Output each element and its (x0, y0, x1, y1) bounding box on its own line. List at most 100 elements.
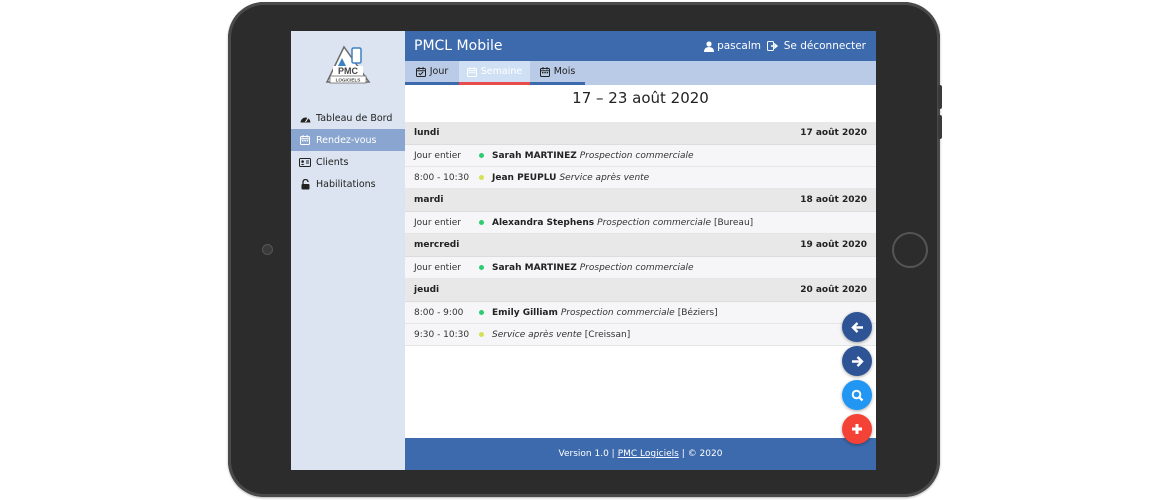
appointment-client: Emily Gilliam (492, 307, 558, 318)
day-header: jeudi 20 août 2020 (405, 279, 876, 302)
calendar-icon (539, 66, 550, 77)
logo-text-pmc: PMC (338, 66, 359, 76)
user-name: pascalm (717, 40, 761, 52)
appointment-type: Prospection commerciale (560, 307, 675, 318)
pmc-logo: PMC LOGICIELS (324, 44, 372, 86)
home-button (892, 232, 928, 268)
volume-up-button (938, 85, 942, 109)
appointment-location: [Béziers] (677, 307, 718, 318)
appointment-time: 8:00 - 9:00 (414, 307, 464, 318)
footer-version: Version 1.0 | (558, 449, 615, 459)
appointment-type: Prospection commerciale (597, 217, 711, 228)
app-title: PMCL Mobile (414, 38, 503, 54)
footer: Version 1.0 | PMC Logiciels | © 2020 (405, 438, 876, 470)
logo-text-logiciels: LOGICIELS (336, 78, 361, 83)
appointment-type: Prospection commerciale (579, 262, 694, 273)
status-dot-icon (479, 265, 484, 270)
day-name: mercredi (414, 240, 460, 250)
appointment-type: Service après vente (559, 172, 650, 183)
appointment-row[interactable]: Jour entier Sarah MARTINEZ Prospection com… (405, 145, 876, 167)
footer-link[interactable]: PMC Logiciels (618, 449, 679, 459)
tab-indicator (459, 82, 530, 85)
day-name: mardi (414, 195, 444, 205)
appointment-time: Jour entier (414, 217, 461, 228)
sidebar-item-tableau-de-bord[interactable]: Tableau de Bord (291, 107, 405, 129)
top-bar: PMCL Mobile pascalm Se déconnecter (405, 31, 876, 61)
sidebar: PMC LOGICIELS Tableau de Bord Rendez-vous… (291, 31, 405, 470)
appointment-row[interactable]: 9:30 - 10:30 Service après vente [Creissan… (405, 324, 876, 346)
appointment-client: Alexandra Stephens (492, 217, 595, 228)
day-date: 19 août 2020 (800, 240, 867, 250)
appointment-time: 9:30 - 10:30 (414, 329, 470, 340)
status-dot-icon (479, 310, 484, 315)
status-dot-icon (479, 175, 484, 180)
tab-indicator (530, 82, 585, 85)
day-header: lundi 17 août 2020 (405, 122, 876, 145)
appointment-row[interactable]: Jour entier Sarah MARTINEZ Prospection com… (405, 257, 876, 279)
day-name: jeudi (414, 285, 440, 295)
logout-label: Se déconnecter (783, 40, 866, 52)
previous-week-button[interactable] (842, 312, 872, 342)
tab-label: Semaine (480, 66, 523, 77)
app-screen: PMC LOGICIELS Tableau de Bord Rendez-vous… (291, 31, 876, 470)
appointment-row[interactable]: 8:00 - 9:00 Emily Gilliam Prospection comm… (405, 302, 876, 324)
appointment-location: [Bureau] (714, 217, 754, 228)
sidebar-item-label: Rendez-vous (316, 134, 377, 146)
tab-indicator (405, 82, 459, 85)
add-appointment-button[interactable] (842, 414, 872, 444)
appointment-location: [Creissan] (584, 329, 631, 340)
id-card-icon (299, 157, 311, 167)
appointment-type: Service après vente (492, 329, 582, 340)
sidebar-item-label: Habilitations (316, 178, 376, 190)
tab-mois[interactable]: Mois (530, 61, 585, 85)
appointment-time: Jour entier (414, 150, 461, 161)
tab-label: Mois (553, 66, 576, 77)
user-icon (704, 40, 715, 52)
logout-button[interactable]: Se déconnecter (766, 40, 866, 52)
tab-jour[interactable]: Jour (405, 61, 459, 85)
arrow-left-icon (850, 321, 864, 334)
appointment-row[interactable]: Jour entier Alexandra Stephens Prospection… (405, 212, 876, 234)
sidebar-nav: Tableau de Bord Rendez-vous Clients Habilit… (291, 107, 405, 195)
status-dot-icon (479, 220, 484, 225)
day-date: 20 août 2020 (800, 285, 867, 295)
appointment-client: Jean PEUPLU (492, 172, 557, 183)
sidebar-item-label: Clients (316, 156, 349, 168)
search-icon (851, 389, 864, 402)
day-date: 18 août 2020 (800, 195, 867, 205)
appointment-client: Sarah MARTINEZ (492, 150, 577, 161)
main-panel: PMCL Mobile pascalm Se déconnecter Jour S… (405, 31, 876, 470)
appointment-row[interactable]: 8:00 - 10:30 Jean PEUPLU Service après ven… (405, 167, 876, 189)
plus-icon (851, 423, 863, 435)
camera-icon (262, 244, 273, 255)
day-header: mardi 18 août 2020 (405, 189, 876, 212)
appointment-time: 8:00 - 10:30 (414, 172, 470, 183)
search-button[interactable] (842, 380, 872, 410)
day-date: 17 août 2020 (800, 128, 867, 138)
appointment-list: lundi 17 août 2020 Jour entier Sarah MARTIN… (405, 122, 876, 346)
calendar-check-icon (415, 66, 426, 77)
arrow-right-icon (851, 355, 864, 368)
next-week-button[interactable] (842, 346, 872, 376)
sidebar-item-clients[interactable]: Clients (291, 151, 405, 173)
dashboard-icon (299, 113, 311, 123)
week-title: 17 – 23 août 2020 (572, 89, 709, 107)
day-name: lundi (414, 128, 440, 138)
tab-semaine[interactable]: Semaine (459, 61, 530, 85)
appointment-client: Sarah MARTINEZ (492, 262, 577, 273)
tab-label: Jour (429, 66, 449, 77)
status-dot-icon (479, 153, 484, 158)
calendar-icon (466, 66, 477, 77)
appointment-type: Prospection commerciale (579, 150, 694, 161)
day-header: mercredi 19 août 2020 (405, 234, 876, 257)
sidebar-item-habilitations[interactable]: Habilitations (291, 173, 405, 195)
footer-copyright: | © 2020 (681, 449, 723, 459)
status-dot-icon (479, 332, 484, 337)
sidebar-item-label: Tableau de Bord (316, 112, 393, 124)
view-tabs: Jour Semaine Mois (405, 61, 876, 85)
user-menu[interactable]: pascalm (704, 40, 761, 52)
volume-down-button (938, 115, 942, 139)
calendar-icon (299, 135, 311, 145)
sign-out-icon (766, 41, 778, 51)
sidebar-item-rendez-vous[interactable]: Rendez-vous (291, 129, 405, 151)
